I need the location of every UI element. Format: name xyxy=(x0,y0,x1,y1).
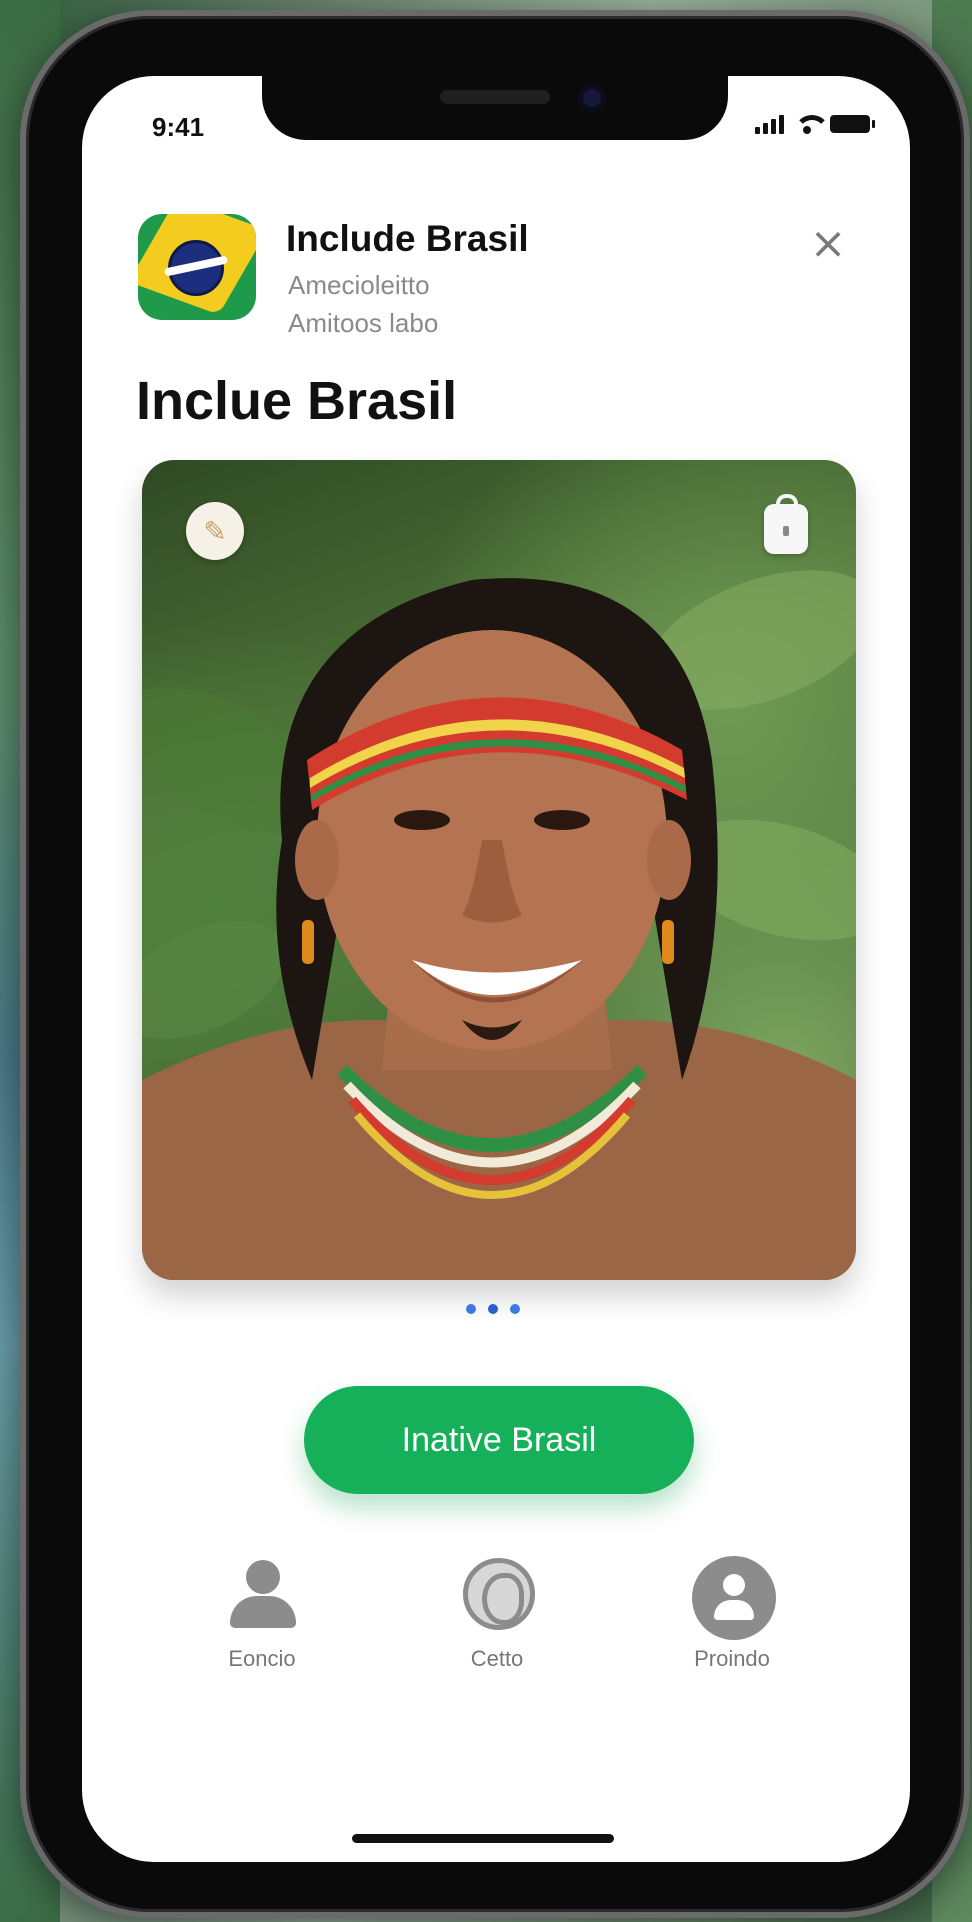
notch xyxy=(262,76,728,140)
inative-brasil-button[interactable]: Inative Brasil xyxy=(304,1386,694,1494)
person-icon xyxy=(222,1556,302,1636)
app-subtitle-2: Amitoos labo xyxy=(288,308,439,338)
profile-icon xyxy=(692,1556,776,1640)
tab-proindo[interactable]: Proindo xyxy=(662,1556,802,1672)
carousel-dot-active[interactable] xyxy=(488,1304,498,1314)
front-camera xyxy=(578,84,606,112)
tab-label: Cetto xyxy=(470,1646,524,1671)
carousel-dots[interactable] xyxy=(466,1304,520,1314)
phone-screen: 9:41 Include Brasil Amecioleitto Amitoos… xyxy=(82,76,910,1862)
portrait-photo-card[interactable]: ✎ xyxy=(142,460,856,1280)
carousel-dot[interactable] xyxy=(510,1304,520,1314)
status-icons xyxy=(755,114,875,134)
app-title: Include Brasil xyxy=(286,218,529,259)
app-subtitle-1: Amecioleitto xyxy=(288,270,430,300)
globe-icon xyxy=(457,1556,537,1636)
wifi-icon xyxy=(794,115,830,134)
status-time: 9:41 xyxy=(152,112,205,142)
page-title: Inclue Brasil xyxy=(136,371,458,431)
tab-label: Proindo xyxy=(694,1646,770,1671)
brasil-flag-icon[interactable] xyxy=(138,214,256,320)
tab-bar: Eoncio Cetto Proindo xyxy=(192,1556,802,1676)
home-indicator[interactable] xyxy=(352,1834,614,1843)
carousel-dot[interactable] xyxy=(466,1304,476,1314)
portrait-illustration xyxy=(142,570,856,1280)
signal-icon xyxy=(755,114,784,134)
lock-icon[interactable] xyxy=(764,494,808,554)
close-icon[interactable]: × xyxy=(808,222,848,266)
battery-icon xyxy=(830,115,875,133)
tab-eoncio[interactable]: Eoncio xyxy=(192,1556,332,1672)
app-header: Include Brasil Amecioleitto Amitoos labo… xyxy=(138,212,858,342)
tab-cetto[interactable]: Cetto xyxy=(427,1556,567,1672)
speaker-grille xyxy=(440,90,550,104)
feather-icon[interactable]: ✎ xyxy=(186,502,244,560)
tab-label: Eoncio xyxy=(228,1646,296,1671)
